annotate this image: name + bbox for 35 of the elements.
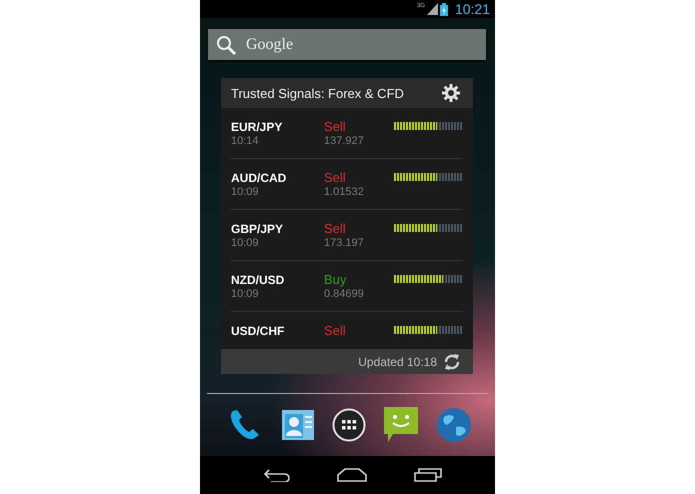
price-value: 0.84699 (324, 288, 365, 300)
pair-name: AUD/CAD (231, 171, 288, 185)
battery-icon (440, 2, 448, 16)
search-field[interactable]: Google (244, 34, 448, 54)
back-icon[interactable] (263, 468, 292, 482)
signal-label: Sell (324, 324, 347, 338)
chat-bubble-icon[interactable] (384, 407, 418, 443)
signal-label: Buy (324, 273, 348, 287)
price-value: 1.01532 (324, 186, 365, 198)
home-icon[interactable] (337, 468, 368, 482)
search-bar[interactable]: Google (208, 29, 486, 60)
contacts-icon[interactable] (280, 408, 315, 442)
search-icon (216, 34, 236, 54)
signal-label: Sell (324, 120, 347, 134)
signal-time: 10:09 (231, 288, 260, 300)
signal-time: 10:14 (231, 135, 260, 147)
app-grid-icon[interactable] (332, 408, 366, 442)
recents-icon[interactable] (414, 468, 442, 482)
pair-name: EUR/JPY (231, 120, 284, 134)
price-value: 137.927 (324, 135, 365, 147)
pair-name: USD/CHF (231, 324, 286, 338)
clock-text: 10:21 (454, 1, 490, 17)
pair-name: NZD/USD (231, 273, 286, 287)
price-value: 173.197 (324, 237, 365, 249)
signal-time: 10:09 (231, 186, 260, 198)
globe-icon[interactable] (436, 407, 472, 443)
signal-time: 10:09 (231, 237, 260, 249)
widget-title: Trusted Signals: Forex & CFD (231, 86, 404, 100)
signal-label: Sell (324, 171, 347, 185)
pair-name: GBP/JPY (231, 222, 284, 236)
updated-text: Updated 10:18 (358, 354, 437, 368)
settings-icon[interactable] (442, 84, 460, 102)
signal-icon (426, 3, 438, 15)
signal-label: Sell (324, 222, 347, 236)
refresh-icon[interactable] (443, 352, 461, 370)
